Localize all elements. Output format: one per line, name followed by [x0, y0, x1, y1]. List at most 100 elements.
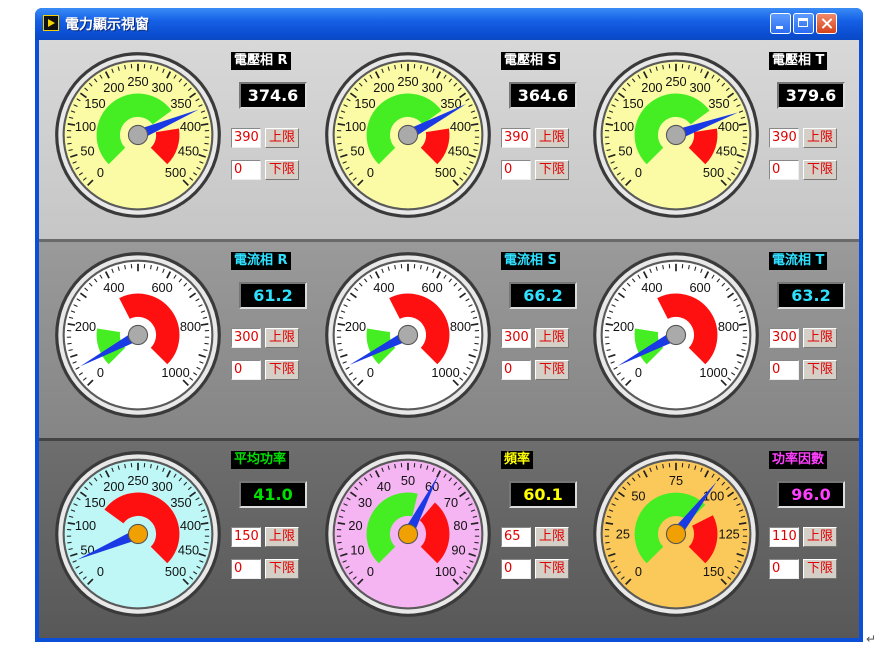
gauge-tick-label: 150: [703, 564, 724, 579]
lower-limit-input[interactable]: 0: [769, 160, 799, 180]
close-button[interactable]: [816, 13, 837, 34]
gauge-tick-label: 400: [180, 518, 201, 533]
minimize-button[interactable]: [770, 13, 791, 34]
gauge-tick-label: 80: [453, 518, 467, 533]
lower-limit-label: 下限: [803, 360, 837, 380]
current-gauge-1: 0 200 400 600 800 1000: [325, 252, 491, 418]
voltage-section: 0 50 100 150 200 250 300 350 400 450 500 電壓相 R 374.6…: [39, 40, 859, 239]
gauge-tick-label: 150: [84, 96, 105, 111]
paragraph-mark: ↵: [866, 632, 877, 646]
upper-limit-label: 上限: [265, 328, 299, 348]
indicator-label: 電壓相 S: [501, 52, 560, 70]
gauge-tick-label: 350: [170, 96, 191, 111]
lower-limit-input[interactable]: 0: [501, 160, 531, 180]
gauge-tick-label: 200: [641, 80, 662, 95]
lower-limit-input[interactable]: 0: [501, 360, 531, 380]
gauge-tick-label: 50: [350, 144, 364, 159]
gauge-tick-label: 0: [97, 365, 104, 380]
lower-limit-label: 下限: [535, 160, 569, 180]
gauge-tick-label: 50: [401, 473, 415, 488]
gauge-tick-label: 50: [618, 144, 632, 159]
current-gauge-2: 0 200 400 600 800 1000: [593, 252, 759, 418]
indicator-label: 頻率: [501, 451, 534, 469]
numeric-display: 41.0: [239, 481, 307, 508]
gauge-tick-label: 250: [127, 473, 148, 488]
current-gauge-0: 0 200 400 600 800 1000: [55, 252, 221, 418]
gauge-tick-label: 50: [80, 144, 94, 159]
gauge-tick-label: 400: [718, 119, 739, 134]
gauge-tick-label: 400: [180, 119, 201, 134]
gauge-tick-label: 200: [345, 319, 366, 334]
voltage-gauge-1: 050100150200 250 300350400450500: [325, 52, 491, 218]
indicator-label: 電壓相 R: [231, 52, 291, 70]
gauge-tick-label: 200: [103, 80, 124, 95]
lower-limit-input[interactable]: 0: [501, 559, 531, 579]
gauge-tick-label: 600: [151, 280, 172, 295]
gauge-tick-label: 100: [435, 564, 456, 579]
gauge-tick-label: 500: [435, 165, 456, 180]
current-unit-2: 0 200 400 600 800 1000 電流相 T 63.2 300 上限 0 下限: [591, 250, 861, 418]
power-gauge-1: 0102030405060708090100: [325, 451, 491, 617]
lower-limit-input[interactable]: 0: [231, 559, 261, 579]
power-unit-1: 0102030405060708090100頻率60.165上限0下限: [323, 449, 593, 617]
gauge-tick-label: 100: [75, 518, 96, 533]
upper-limit-label: 上限: [803, 527, 837, 547]
upper-limit-input[interactable]: 390: [501, 128, 531, 148]
upper-limit-label: 上限: [803, 328, 837, 348]
maximize-button[interactable]: [793, 13, 814, 34]
gauge-tick-label: 200: [103, 479, 124, 494]
labview-app-icon[interactable]: [43, 15, 59, 31]
gauge-tick-label: 300: [689, 80, 710, 95]
gauge-hub: [397, 124, 419, 146]
gauge-hub: [397, 324, 419, 346]
voltage-gauge-0: 050 100 150200 250 300350 400 450 500: [55, 52, 221, 218]
upper-limit-input[interactable]: 110: [769, 527, 799, 547]
gauge-tick-label: 90: [451, 543, 465, 558]
power-gauge-2: 0255075100125150: [593, 451, 759, 617]
indicator-label: 平均功率: [231, 451, 290, 469]
gauge-tick-label: 350: [708, 96, 729, 111]
gauge-tick-label: 800: [718, 319, 739, 334]
gauge-tick-label: 250: [665, 74, 686, 89]
numeric-display: 63.2: [777, 282, 845, 309]
upper-limit-label: 上限: [265, 527, 299, 547]
gauge-tick-label: 70: [444, 495, 458, 510]
gauge-tick-label: 150: [622, 96, 643, 111]
gauge-hub: [665, 324, 687, 346]
gauge-tick-label: 800: [450, 319, 471, 334]
upper-limit-input[interactable]: 300: [231, 328, 261, 348]
upper-limit-input[interactable]: 65: [501, 527, 531, 547]
gauge-hub: [665, 523, 687, 545]
gauge-tick-label: 1000: [431, 365, 459, 380]
lower-limit-input[interactable]: 0: [231, 160, 261, 180]
upper-limit-input[interactable]: 300: [501, 328, 531, 348]
gauge-tick-label: 0: [97, 165, 104, 180]
gauge-tick-label: 400: [373, 280, 394, 295]
gauge-tick-label: 0: [635, 564, 642, 579]
gauge-tick-label: 450: [178, 144, 199, 159]
gauge-tick-label: 200: [613, 319, 634, 334]
indicator-label: 電流相 T: [769, 252, 828, 270]
title-bar[interactable]: 電力顯示視窗: [35, 8, 863, 40]
upper-limit-input[interactable]: 390: [769, 128, 799, 148]
upper-limit-input[interactable]: 300: [769, 328, 799, 348]
lower-limit-label: 下限: [803, 559, 837, 579]
power-unit-0: 0 50 100 150 200 250 300 350 400 450 500 平均功率 41.0 15…: [53, 449, 323, 617]
numeric-display: 60.1: [509, 481, 577, 508]
gauge-hub: [665, 124, 687, 146]
gauge-tick-label: 0: [367, 165, 374, 180]
lower-limit-input[interactable]: 0: [769, 559, 799, 579]
gauge-tick-label: 600: [689, 280, 710, 295]
lower-limit-input[interactable]: 0: [769, 360, 799, 380]
upper-limit-input[interactable]: 150: [231, 527, 261, 547]
upper-limit-input[interactable]: 390: [231, 128, 261, 148]
current-section: 0 200 400 600 800 1000 電流相 R 61.2 300 上限 0 下限 0 200 40…: [39, 239, 859, 438]
lower-limit-input[interactable]: 0: [231, 360, 261, 380]
gauge-tick-label: 20: [348, 518, 362, 533]
gauge-tick-label: 300: [151, 479, 172, 494]
power-gauge-0: 050100150200 250 300350400450500: [55, 451, 221, 617]
gauge-tick-label: 1000: [161, 365, 189, 380]
upper-limit-label: 上限: [803, 128, 837, 148]
gauge-tick-label: 200: [75, 319, 96, 334]
lower-limit-label: 下限: [803, 160, 837, 180]
